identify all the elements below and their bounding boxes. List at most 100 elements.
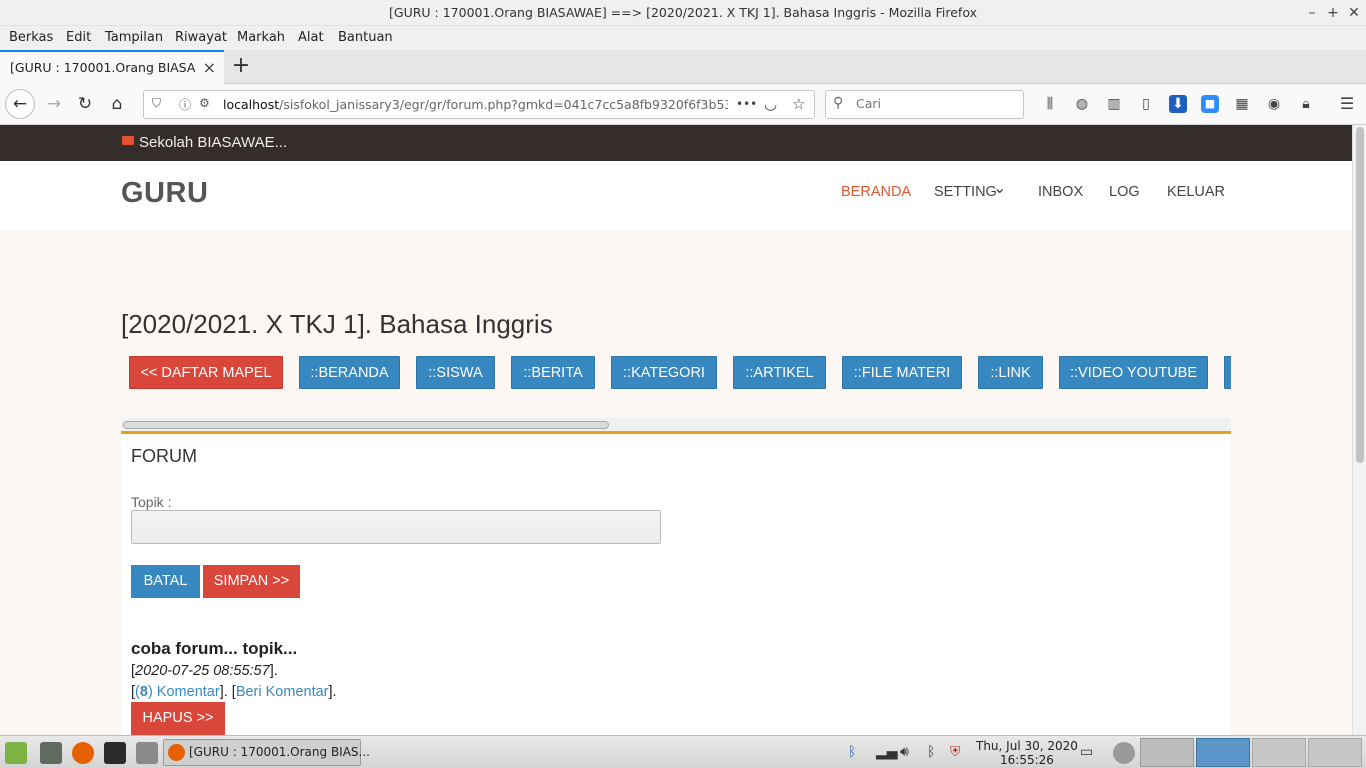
siswa-button[interactable]: ::SISWA	[416, 356, 495, 389]
menu-riwayat[interactable]: Riwayat	[175, 30, 227, 45]
clock[interactable]: Thu, Jul 30, 2020 16:55:26	[976, 739, 1078, 767]
clock-time: 16:55:26	[1000, 753, 1054, 767]
account-icon[interactable]: ◉	[1265, 95, 1283, 113]
video-youtube-button[interactable]: ::VIDEO YOUTUBE	[1059, 356, 1208, 389]
firefox-icon	[168, 744, 185, 761]
daftar-mapel-button[interactable]: << DAFTAR MAPEL	[129, 356, 283, 389]
vertical-scrollbar[interactable]	[1352, 125, 1366, 735]
reload-icon[interactable]: ↻	[71, 90, 99, 118]
forward-icon[interactable]: →	[40, 90, 68, 118]
terminal-launcher-icon[interactable]	[104, 742, 126, 764]
info-icon[interactable]: ⓘ	[179, 96, 191, 113]
nav-setting[interactable]: SETTING	[934, 184, 997, 200]
page-actions-icon[interactable]: •••	[736, 97, 757, 111]
minimize-icon[interactable]: –	[1302, 3, 1322, 23]
files-launcher-icon[interactable]	[136, 742, 158, 764]
beranda-button[interactable]: ::BERANDA	[299, 356, 400, 389]
next-menu-button-clipped[interactable]	[1224, 356, 1231, 389]
school-name: Sekolah BIASAWAE...	[139, 134, 288, 151]
site-header: GURU BERANDA SETTING ⌄ INBOX LOG KELUAR	[0, 161, 1352, 231]
battery-icon[interactable]: ▭	[1080, 744, 1093, 760]
volume-icon[interactable]: 🔊︎	[900, 744, 909, 760]
delete-button[interactable]: HAPUS >>	[131, 702, 225, 735]
vertical-scrollbar-thumb[interactable]	[1356, 127, 1364, 463]
menu-bantuan[interactable]: Bantuan	[338, 30, 393, 45]
user-avatar-icon[interactable]	[1113, 742, 1135, 764]
new-tab-icon[interactable]: +	[229, 54, 253, 78]
os-taskbar: [GURU : 170001.Orang BIAS... ᛒ ▂▄ 🔊︎ ᛒ ⛨…	[0, 735, 1366, 768]
forum-post-links: [(8) Komentar]. [Beri Komentar].	[131, 684, 337, 700]
workspace-1-files[interactable]	[1140, 738, 1194, 767]
network-icon[interactable]: ▂▄	[876, 744, 898, 760]
menu-tampilan[interactable]: Tampilan	[105, 30, 163, 45]
firefox-launcher-icon[interactable]	[72, 742, 94, 764]
kategori-button[interactable]: ::KATEGORI	[611, 356, 717, 389]
menu-markah[interactable]: Markah	[237, 30, 285, 45]
comment-count: 8	[139, 684, 148, 700]
bluetooth-icon[interactable]: ᛒ	[848, 744, 856, 760]
extension-globe-icon[interactable]: ◍	[1073, 95, 1091, 113]
menu-bar: Berkas Edit Tampilan Riwayat Markah Alat…	[0, 26, 1366, 50]
shield-icon[interactable]: ⛉	[152, 96, 161, 111]
workspace-3[interactable]	[1308, 738, 1362, 767]
cancel-button[interactable]: BATAL	[131, 565, 200, 598]
maximize-icon[interactable]: +	[1323, 3, 1343, 23]
hamburger-menu-icon[interactable]: ☰	[1338, 95, 1356, 113]
envelope-icon	[122, 136, 134, 145]
menu-alat[interactable]: Alat	[298, 30, 324, 45]
lock-extension-icon[interactable]: 🔒︎	[1297, 95, 1315, 113]
tab-active[interactable]: [GURU : 170001.Orang BIASAWAE] ×	[0, 50, 224, 84]
mint-menu-icon[interactable]	[5, 742, 27, 764]
horizontal-scrollbar[interactable]	[121, 418, 1231, 431]
permissions-icon[interactable]: ⚙	[199, 96, 210, 110]
file-materi-button[interactable]: ::FILE MATERI	[842, 356, 962, 389]
back-icon[interactable]: ←	[5, 89, 35, 119]
search-input[interactable]	[856, 96, 1016, 111]
home-icon[interactable]: ⌂	[103, 90, 131, 118]
download-extension-icon[interactable]: ⬇	[1169, 95, 1187, 113]
pocket-icon[interactable]: ◡	[764, 95, 777, 113]
forum-post-title: coba forum... topik...	[131, 639, 298, 658]
update-shield-icon[interactable]: ⛨	[950, 744, 961, 760]
sidebar-icon[interactable]: ▯	[1137, 95, 1155, 113]
topic-input[interactable]	[131, 510, 661, 544]
nav-beranda[interactable]: BERANDA	[841, 184, 911, 200]
workspace-1-firefox[interactable]	[1196, 738, 1250, 767]
comments-link-label: ) Komentar	[147, 684, 220, 700]
window-titlebar: [GURU : 170001.Orang BIASAWAE] ==> [2020…	[0, 0, 1366, 26]
tab-close-icon[interactable]: ×	[203, 58, 216, 77]
reader-extension-icon[interactable]: ▥	[1105, 95, 1123, 113]
library-icon[interactable]: ⫼	[1041, 95, 1059, 113]
forum-panel: FORUM Topik : BATAL SIMPAN >> coba forum…	[121, 431, 1231, 735]
artikel-button[interactable]: ::ARTIKEL	[733, 356, 826, 389]
workspace-2[interactable]	[1252, 738, 1306, 767]
page-title: [2020/2021. X TKJ 1]. Bahasa Inggris	[121, 309, 553, 339]
bluetooth-status-icon[interactable]: ᛒ	[927, 744, 935, 760]
forum-title: FORUM	[131, 446, 197, 466]
show-desktop-icon[interactable]	[40, 742, 62, 764]
url-text[interactable]: localhost/sisfokol_janissary3/egr/gr/for…	[223, 97, 728, 112]
site-topbar: Sekolah BIASAWAE...	[0, 125, 1352, 161]
berita-button[interactable]: ::BERITA	[511, 356, 595, 389]
save-button[interactable]: SIMPAN >>	[203, 565, 300, 598]
nav-log[interactable]: LOG	[1109, 184, 1140, 200]
nav-keluar[interactable]: KELUAR	[1167, 184, 1225, 200]
chevron-down-icon[interactable]: ⌄	[993, 178, 1006, 198]
horizontal-scrollbar-thumb[interactable]	[123, 421, 609, 429]
address-bar[interactable]: ⛉ ⓘ ⚙ localhost/sisfokol_janissary3/egr/…	[143, 90, 815, 119]
zoom-extension-icon[interactable]: ■	[1201, 95, 1219, 113]
taskbar-firefox-window[interactable]: [GURU : 170001.Orang BIAS...	[163, 739, 370, 766]
tab-bar: [GURU : 170001.Orang BIASAWAE] × +	[0, 50, 1366, 84]
menu-edit[interactable]: Edit	[66, 30, 91, 45]
qr-code-icon[interactable]: ▦	[1233, 95, 1251, 113]
site-brand[interactable]: GURU	[121, 177, 208, 210]
nav-inbox[interactable]: INBOX	[1038, 184, 1083, 200]
menu-berkas[interactable]: Berkas	[9, 30, 53, 45]
close-window-icon[interactable]: ✕	[1344, 3, 1364, 23]
search-bar[interactable]: ⚲	[825, 90, 1024, 119]
link-button[interactable]: ::LINK	[978, 356, 1043, 389]
give-comment-link[interactable]: Beri Komentar	[236, 684, 329, 700]
comments-link[interactable]: (8) Komentar	[135, 684, 220, 700]
bookmark-star-icon[interactable]: ☆	[792, 95, 805, 113]
topic-label: Topik :	[131, 494, 172, 510]
